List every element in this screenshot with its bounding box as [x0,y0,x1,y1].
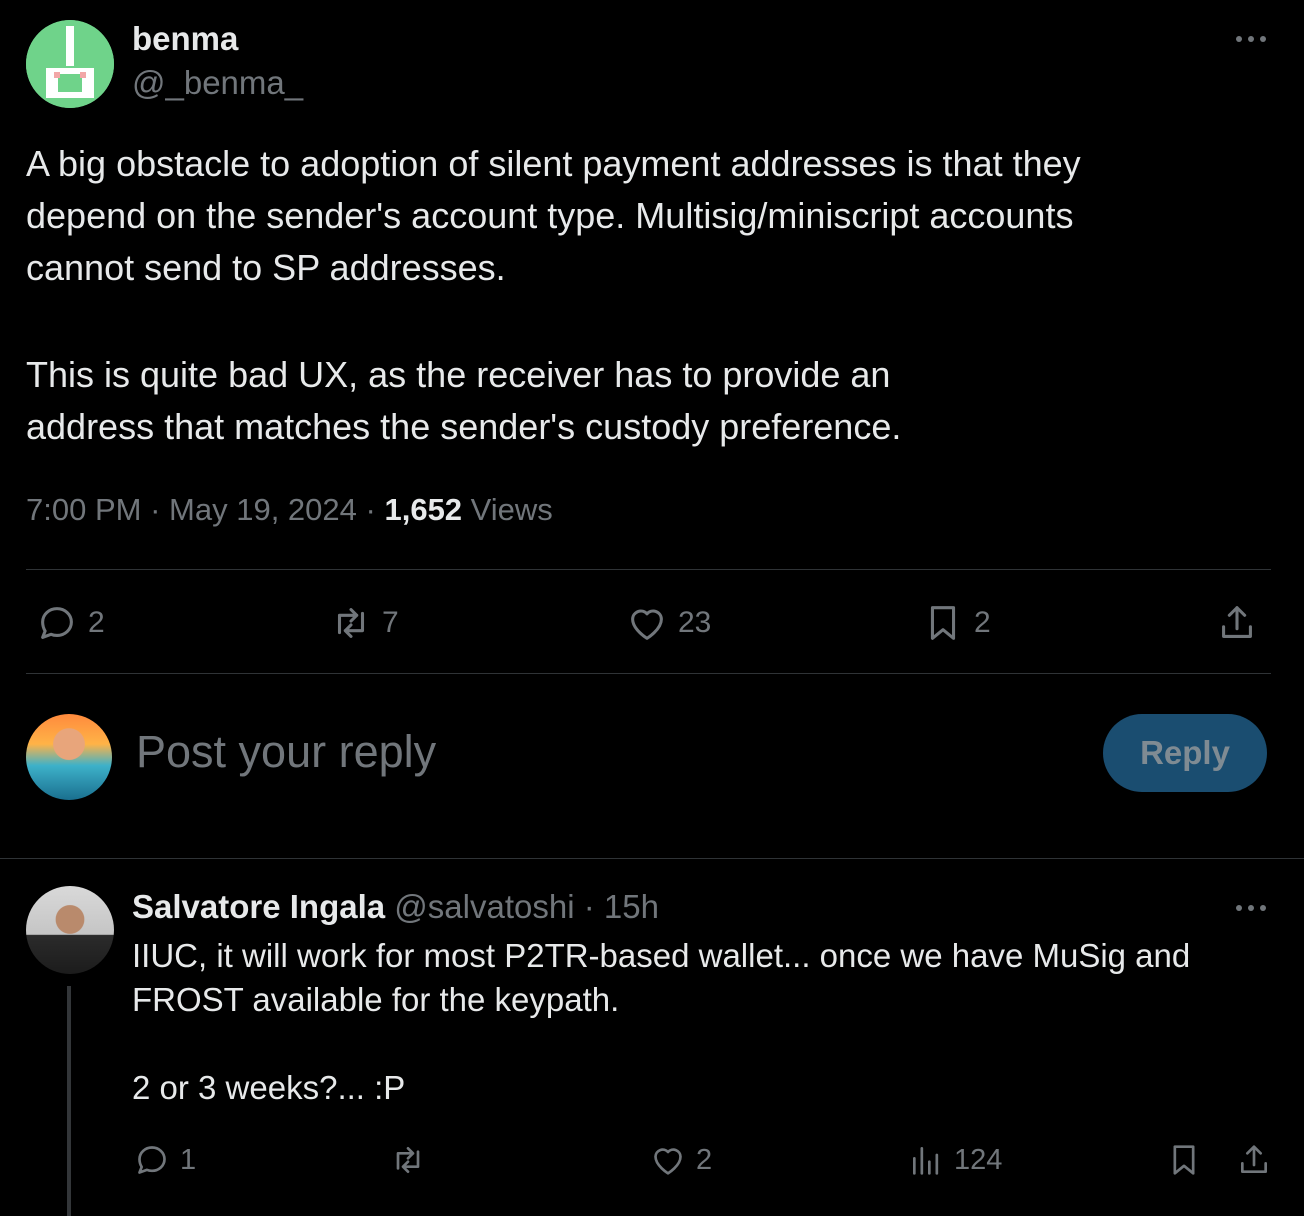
reply-author-handle[interactable]: @salvatoshi [394,888,574,925]
bookmark-icon [1173,1145,1195,1175]
pixel-logo-avatar-icon [26,20,114,108]
thread-line [67,986,71,1216]
repost-arrows-icon [337,608,365,638]
like-action-button[interactable]: 23 [624,600,711,646]
more-options-button[interactable] [1232,26,1270,52]
divider [26,569,1271,570]
reply-count: 2 [88,606,105,639]
heart-icon [631,609,663,640]
repost-arrows-icon [396,1147,420,1173]
divider [26,673,1271,674]
separator-dot: · [583,888,595,925]
ellipsis-icon [1236,36,1266,42]
author-name[interactable]: benma [132,20,238,58]
share-upload-icon [1241,1145,1267,1173]
heart-icon [654,1148,682,1175]
tweet-text-paragraph: A big obstacle to adoption of silent pay… [26,143,1081,288]
views-count: 1,652 [384,492,463,527]
reply-author-avatar[interactable] [26,886,114,974]
reply-bookmark-button[interactable] [1164,1140,1204,1180]
author-avatar[interactable] [26,20,114,108]
bar-chart-icon [913,1147,939,1175]
reply-share-button[interactable] [1234,1140,1274,1180]
repost-action-button[interactable]: 7 [328,600,399,646]
reply-compose-input[interactable]: Post your reply [136,726,436,778]
reply-repost-button[interactable] [388,1140,428,1180]
speech-bubble-icon [138,1146,166,1174]
reply-views-button[interactable]: 124 [906,1140,1002,1180]
section-divider [0,858,1304,859]
repost-count: 7 [382,606,399,639]
bookmark-count: 2 [974,606,991,639]
tweet-time[interactable]: 7:00 PM [26,492,141,527]
tweet-meta: 7:00 PM · May 19, 2024 · 1,652 Views [26,492,553,528]
bookmark-action-button[interactable]: 2 [920,600,991,646]
author-handle[interactable]: @_benma_ [132,64,303,102]
tweet-text-paragraph: This is quite bad UX, as the receiver ha… [26,354,902,447]
reply-like-count: 2 [696,1143,713,1176]
reply-reply-button[interactable]: 1 [132,1140,196,1180]
separator-dot: · [150,492,161,527]
reply-like-button[interactable]: 2 [648,1140,712,1180]
reply-views-count: 124 [954,1143,1003,1176]
reply-author-name[interactable]: Salvatore Ingala [132,888,385,925]
reply-reply-count: 1 [180,1143,197,1176]
share-action-button[interactable] [1214,600,1260,646]
separator-dot: · [365,492,376,527]
reply-text-paragraph: IIUC, it will work for most P2TR-based w… [132,937,1191,1018]
ellipsis-icon [1236,905,1266,911]
reply-submit-button[interactable]: Reply [1103,714,1267,792]
tweet-date[interactable]: May 19, 2024 [169,492,357,527]
reply-action-button[interactable]: 2 [34,600,105,646]
reply-text-paragraph: 2 or 3 weeks?... :P [132,1069,406,1106]
reply-more-options-button[interactable] [1232,895,1270,921]
reply-age[interactable]: 15h [604,888,659,925]
like-count: 23 [678,606,712,639]
views-label: Views [470,492,553,527]
share-upload-icon [1222,606,1252,638]
bookmark-icon [930,606,956,640]
speech-bubble-icon [41,607,73,639]
current-user-avatar[interactable] [26,714,112,800]
reply-header: Salvatore Ingala @salvatoshi · 15h [132,888,659,926]
